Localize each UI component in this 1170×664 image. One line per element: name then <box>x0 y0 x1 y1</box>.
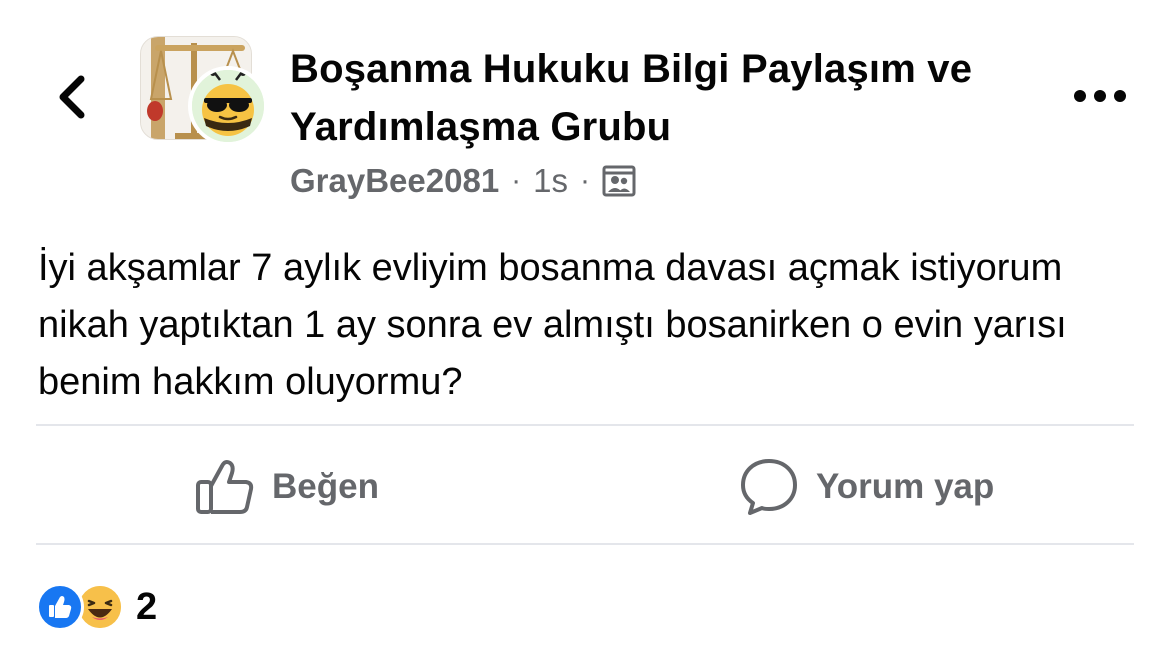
more-horizontal-icon-dot-3 <box>1114 90 1126 102</box>
divider-bottom <box>36 543 1134 545</box>
like-button[interactable]: Beğen <box>194 452 379 522</box>
post-text: İyi akşamlar 7 aylık evliyim bosanma dav… <box>38 247 1067 403</box>
reactions-summary[interactable]: 2 <box>36 582 157 632</box>
group-members-icon <box>602 164 636 198</box>
post-header: Boşanma Hukuku Bilgi Paylaşım ve Yardıml… <box>0 0 1170 220</box>
divider-top <box>36 424 1134 426</box>
more-horizontal-icon-dot-1 <box>1074 90 1086 102</box>
post-meta: GrayBee2081 · 1s · <box>290 158 636 204</box>
chevron-left-icon <box>59 75 85 119</box>
like-label: Beğen <box>272 467 379 506</box>
group-name[interactable]: Boşanma Hukuku Bilgi Paylaşım ve Yardıml… <box>290 40 1030 156</box>
action-bar: Beğen Yorum yap <box>0 428 1170 542</box>
comment-label: Yorum yap <box>816 467 995 506</box>
reaction-count: 2 <box>136 585 158 628</box>
bee-with-sunglasses-icon <box>192 70 264 142</box>
more-options-button[interactable] <box>1068 78 1132 114</box>
meta-separator-2: · <box>580 164 591 197</box>
post-time[interactable]: 1s <box>533 162 568 200</box>
user-avatar[interactable] <box>188 66 268 146</box>
meta-separator: · <box>511 164 522 197</box>
comment-button[interactable]: Yorum yap <box>738 452 994 522</box>
comment-bubble-icon <box>738 456 800 518</box>
more-horizontal-icon-dot-2 <box>1094 90 1106 102</box>
thumbs-up-icon <box>194 456 256 518</box>
back-button[interactable] <box>48 66 96 128</box>
like-reaction-icon <box>36 583 84 631</box>
author-name[interactable]: GrayBee2081 <box>290 162 499 200</box>
